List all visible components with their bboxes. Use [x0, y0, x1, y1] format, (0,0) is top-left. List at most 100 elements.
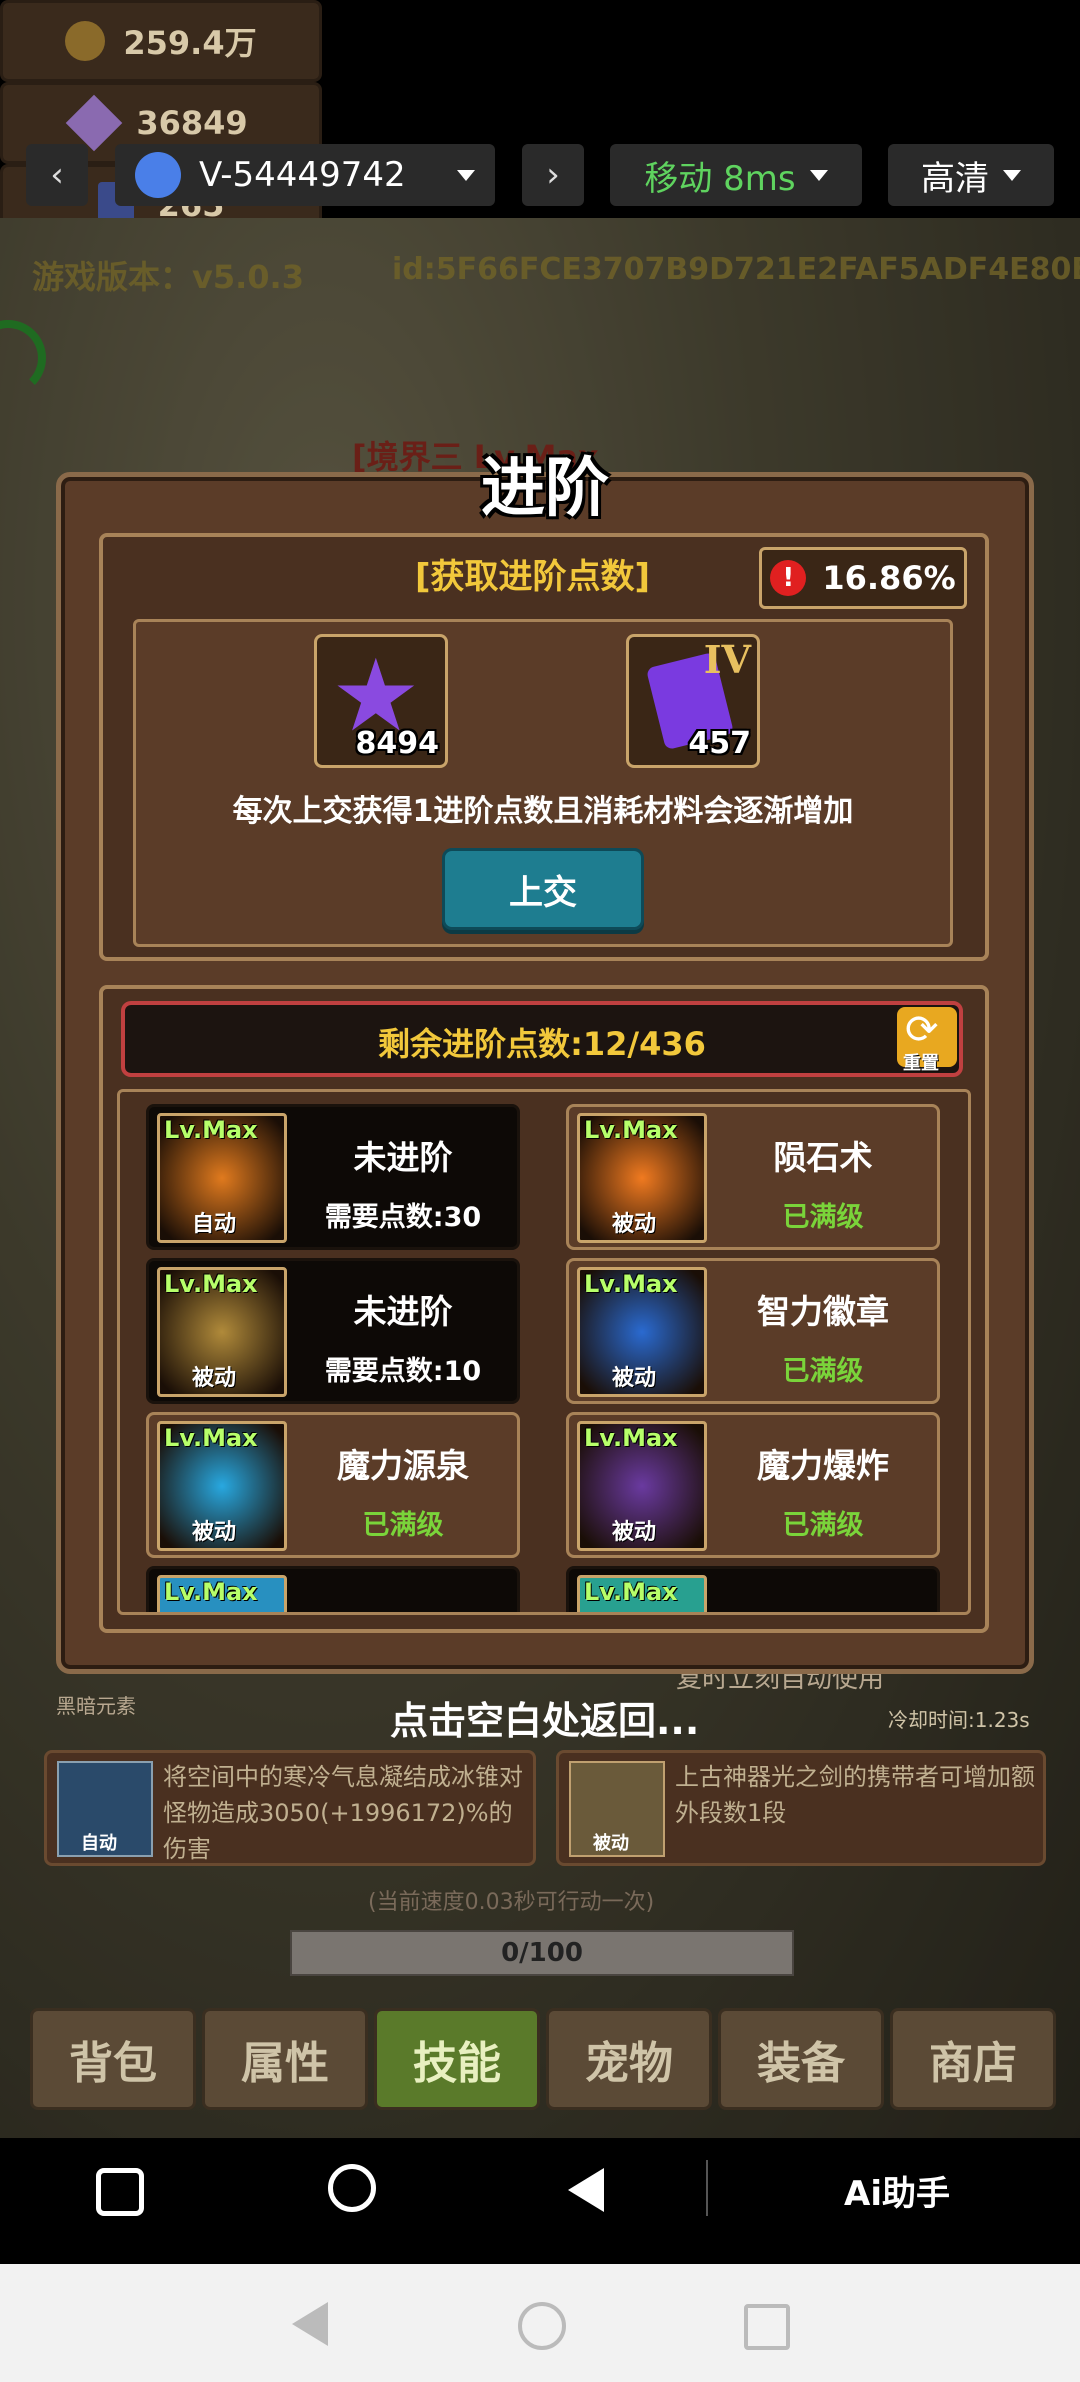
device-selector[interactable]: V-54449742 — [115, 144, 495, 206]
skill-tag: 被动 — [612, 1366, 657, 1391]
chevron-right-icon: › — [546, 155, 560, 195]
recents-button[interactable] — [96, 2168, 144, 2216]
network-label: 移动 8ms — [644, 158, 796, 199]
skill-level: Lv.Max — [584, 1578, 678, 1606]
skill-tag: 被动 — [612, 1212, 657, 1237]
device-id: V-54449742 — [199, 155, 406, 195]
system-recents-icon[interactable] — [744, 2304, 790, 2350]
skill-slot-4[interactable]: Lv.Max 被动 智力徽章已满级 — [566, 1258, 940, 1404]
reset-button[interactable]: ⟳ 重置 — [897, 1007, 957, 1074]
skill-card-left-desc: 将空间中的寒冷气息凝结成冰锥对怪物造成3050(+1996172)%的伤害 — [163, 1763, 523, 1863]
skill-status: 已满级 — [782, 1356, 864, 1387]
submit-note: 每次上交获得1进阶点数且消耗材料会逐渐增加 — [232, 794, 854, 829]
tab-attributes[interactable]: 属性 — [202, 2008, 368, 2110]
skill-slot-6[interactable]: Lv.Max 被动 魔力爆炸已满级 — [566, 1412, 940, 1558]
gold-resource: 259.4万 — [0, 0, 322, 82]
skill-level: Lv.Max — [164, 1116, 258, 1144]
skill-icon: Lv.Max 被动 — [157, 1421, 287, 1551]
skill-card-right[interactable]: 被动 上古神器光之剑的携带者可增加额外段数1段 — [556, 1750, 1046, 1866]
skill-status: 需要点数:30 — [324, 1202, 482, 1233]
refresh-icon: ⟳ — [905, 1007, 939, 1053]
chevron-down-icon — [457, 169, 475, 181]
system-back-icon[interactable] — [292, 2302, 328, 2346]
network-selector[interactable]: 移动 8ms — [610, 144, 862, 206]
remaining-bar: 剩余进阶点数:12/436 ⟳ 重置 — [121, 1001, 963, 1077]
skill-name: 智力徽章 — [757, 1292, 889, 1331]
chevron-down-icon — [1003, 169, 1021, 181]
skill-icon: Lv.Max 被动 — [577, 1421, 707, 1551]
skill-level: Lv.Max — [584, 1424, 678, 1452]
skill-level: Lv.Max — [164, 1424, 258, 1452]
skill-grid: Lv.Max 自动 未进阶 需要点数:30 Lv.Max 被动 陨石术 已满级 Lv.Max… — [117, 1089, 971, 1615]
back-triangle-button[interactable] — [568, 2168, 604, 2212]
panel-title: 进阶 — [481, 452, 609, 526]
skill-slot-3[interactable]: Lv.Max 被动 未进阶需要点数:10 — [146, 1258, 520, 1404]
skill-name: 魔力源泉 — [337, 1446, 469, 1485]
speed-text: (当前速度0.03秒可行动一次) — [368, 1890, 655, 1915]
android-icon — [135, 152, 181, 198]
ai-assistant-button[interactable]: Ai助手 — [844, 2166, 950, 2215]
skill-level: Lv.Max — [584, 1116, 678, 1144]
skill-tag: 被动 — [192, 1366, 237, 1391]
remaining-points: 剩余进阶点数:12/436 — [378, 1025, 706, 1063]
skill-status: 已满级 — [362, 1510, 444, 1541]
skill-status: 已满级 — [782, 1202, 864, 1233]
submit-label: 上交 — [509, 872, 577, 913]
tab-pets[interactable]: 宠物 — [546, 2008, 712, 2110]
action-progress-label: 0/100 — [501, 1938, 583, 1968]
gold-value: 259.4万 — [123, 24, 257, 62]
star-material[interactable]: ★ 8494 — [314, 634, 448, 768]
skill-slot-7-partial[interactable]: Lv.Max — [146, 1566, 520, 1612]
scroll-roman: IV — [703, 637, 751, 682]
quality-selector[interactable]: 高清 — [888, 144, 1054, 206]
skill-section: 剩余进阶点数:12/436 ⟳ 重置 Lv.Max 自动未进阶 需要点数:30 Lv… — [99, 985, 989, 1633]
skill-icon: Lv.Max 被动 — [577, 1267, 707, 1397]
percent-value: 16.86% — [822, 559, 956, 597]
skill-icon: Lv.Max — [577, 1575, 707, 1612]
tab-equipment[interactable]: 装备 — [718, 2008, 884, 2110]
skill-level: Lv.Max — [164, 1578, 258, 1606]
skill-tag: 自动 — [192, 1212, 237, 1237]
tab-backpack[interactable]: 背包 — [30, 2008, 196, 2110]
skill-slot-2[interactable]: Lv.Max 被动 陨石术 已满级 — [566, 1104, 940, 1250]
skill-level: Lv.Max — [164, 1270, 258, 1298]
crystal-value: 36849 — [136, 104, 248, 142]
submit-button[interactable]: 上交 — [442, 848, 644, 930]
tab-skills[interactable]: 技能 — [374, 2008, 540, 2110]
advance-panel: 进阶 [获取进阶点数] ! 16.86% ★ 8494 IV 457 每次上交获… — [56, 452, 1034, 1674]
nav-divider — [706, 2160, 708, 2216]
scroll-material[interactable]: IV 457 — [626, 634, 760, 768]
action-progress-bar: 0/100 — [290, 1930, 794, 1976]
skill-icon: Lv.Max 自动 — [157, 1113, 287, 1243]
skill-slot-1[interactable]: Lv.Max 自动 未进阶 需要点数:30 — [146, 1104, 520, 1250]
forward-button[interactable]: › — [522, 144, 584, 206]
star-count: 8494 — [355, 726, 440, 761]
back-button[interactable]: ‹ — [26, 144, 88, 206]
skill-card-right-icon: 被动 — [569, 1761, 665, 1857]
skill-card-left-tag: 自动 — [81, 1833, 117, 1854]
skill-name: 未进阶 — [353, 1292, 453, 1331]
reset-label: 重置 — [903, 1053, 939, 1074]
dark-element-label: 黑暗元素 — [56, 1694, 136, 1718]
cooldown-label: 冷却时间:1.23s — [888, 1708, 1030, 1732]
coin-icon — [65, 21, 106, 61]
percent-badge: ! 16.86% — [759, 547, 967, 609]
tab-shop[interactable]: 商店 — [890, 2008, 1056, 2110]
return-hint[interactable]: 点击空白处返回... — [390, 1690, 699, 1745]
skill-status: 已满级 — [782, 1510, 864, 1541]
skill-name: 魔力爆炸 — [757, 1446, 889, 1485]
quality-label: 高清 — [921, 158, 989, 199]
skill-tag: 被动 — [612, 1520, 657, 1545]
skill-slot-8-partial[interactable]: Lv.Max — [566, 1566, 940, 1612]
skill-card-left[interactable]: 自动 将空间中的寒冷气息凝结成冰锥对怪物造成3050(+1996172)%的伤害 — [44, 1750, 536, 1866]
chevron-down-icon — [809, 169, 828, 181]
system-home-icon[interactable] — [518, 2302, 566, 2350]
crystal-icon — [66, 94, 123, 152]
skill-status: 需要点数:10 — [324, 1356, 482, 1387]
skill-tag: 被动 — [192, 1520, 237, 1545]
scroll-count: 457 — [688, 726, 751, 761]
home-button[interactable] — [328, 2164, 376, 2212]
skill-slot-5[interactable]: Lv.Max 被动 魔力源泉已满级 — [146, 1412, 520, 1558]
skill-card-left-icon: 自动 — [57, 1761, 153, 1857]
chevron-left-icon: ‹ — [50, 155, 64, 195]
